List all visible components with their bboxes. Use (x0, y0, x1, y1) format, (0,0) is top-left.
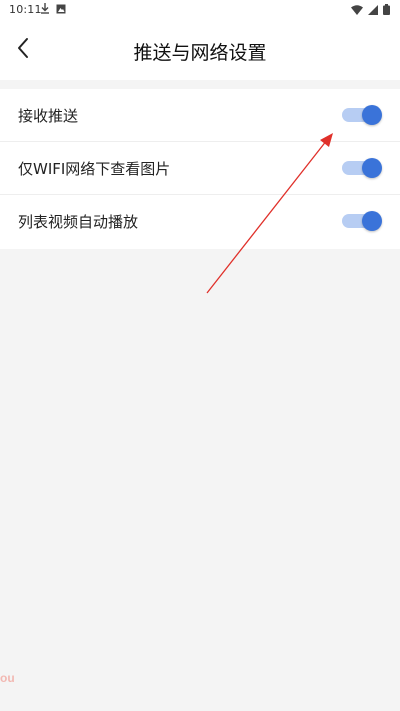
app-bar: 推送与网络设置 (0, 20, 400, 80)
setting-row-receive-push: 接收推送 (0, 89, 400, 142)
battery-icon (383, 4, 390, 15)
setting-label-autoplay-video: 列表视频自动播放 (18, 213, 139, 231)
setting-row-autoplay-video: 列表视频自动播放 (0, 195, 400, 249)
setting-row-wifi-images: 仅WIFI网络下查看图片 (0, 142, 400, 195)
watermark: ou (0, 671, 15, 685)
wifi-icon (351, 4, 363, 15)
status-bar: 10:11 (0, 0, 400, 20)
status-right-icons (351, 4, 390, 15)
autoplay-video-toggle[interactable] (342, 211, 382, 231)
wifi-images-toggle[interactable] (342, 158, 382, 178)
receive-push-toggle[interactable] (342, 105, 382, 125)
setting-label-wifi-images: 仅WIFI网络下查看图片 (18, 160, 171, 178)
status-time: 10:11 (9, 3, 42, 16)
status-left-icons (40, 3, 66, 14)
download-icon (40, 3, 50, 14)
gallery-icon (56, 4, 66, 14)
toggle-thumb (362, 105, 382, 125)
page-title: 推送与网络设置 (133, 42, 267, 64)
signal-icon (368, 4, 378, 15)
settings-list: 接收推送 仅WIFI网络下查看图片 列表视频自动播放 (0, 89, 400, 249)
screen: 10:11 推送与网络设置 接收推送 仅WIFI网络下查看图片 列表视频自动播放… (0, 0, 400, 711)
setting-label-receive-push: 接收推送 (18, 107, 79, 125)
toggle-thumb (362, 158, 382, 178)
toggle-thumb (362, 211, 382, 231)
